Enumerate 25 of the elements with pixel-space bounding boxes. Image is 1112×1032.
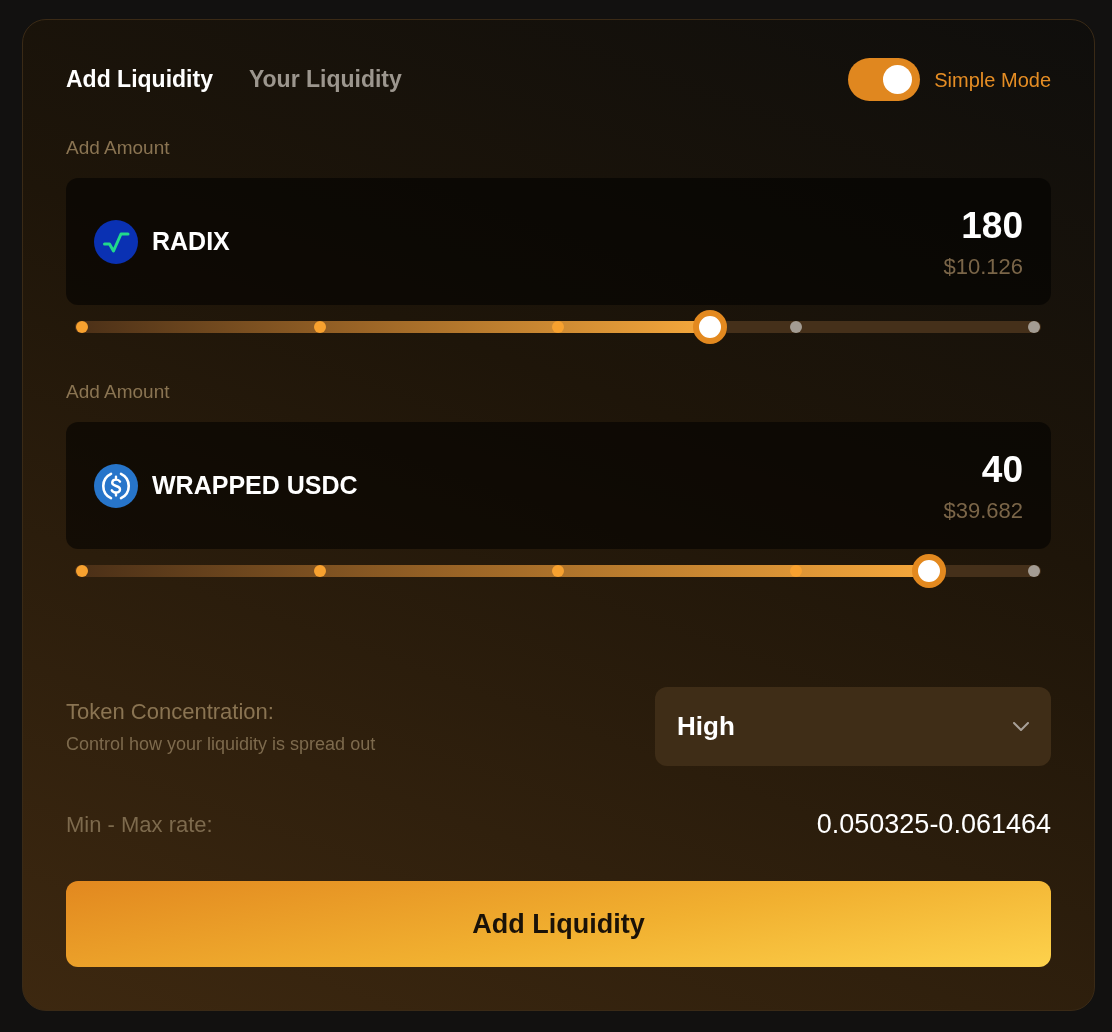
slider-thumb[interactable]: [912, 554, 947, 588]
amount-slider[interactable]: [75, 310, 1041, 344]
usd-value: $10.126: [943, 253, 1023, 280]
concentration-label: Token Concentration:: [66, 697, 275, 726]
chevron-down-icon: [1013, 722, 1029, 731]
mode-toggle[interactable]: [848, 58, 921, 101]
concentration-dropdown[interactable]: High: [655, 687, 1051, 766]
token-name: WRAPPED USDC: [152, 469, 358, 501]
amount-label: Add Amount: [66, 380, 170, 404]
tab[interactable]: Your Liquidity: [248, 62, 402, 97]
amount-label: Add Amount: [66, 136, 170, 160]
rate-label: Min - Max rate:: [66, 810, 213, 839]
amount-input[interactable]: 180: [961, 205, 1023, 246]
root-sign-coin-icon: [94, 219, 138, 264]
rate-value: 0.050325-0.061464: [816, 807, 1051, 841]
add-liquidity-button[interactable]: Add Liquidity: [66, 881, 1051, 967]
usd-value: $39.682: [943, 497, 1023, 524]
tab[interactable]: Add Liquidity: [66, 62, 213, 97]
amount-slider[interactable]: [75, 554, 1041, 588]
amount-input[interactable]: 40: [981, 449, 1023, 490]
concentration-hint: Control how your liquidity is spread out: [66, 732, 376, 756]
slider-thumb[interactable]: [693, 310, 728, 344]
dollar-coin-icon: [94, 463, 138, 508]
mode-label: Simple Mode: [934, 67, 1051, 93]
token-name: RADIX: [152, 225, 230, 257]
